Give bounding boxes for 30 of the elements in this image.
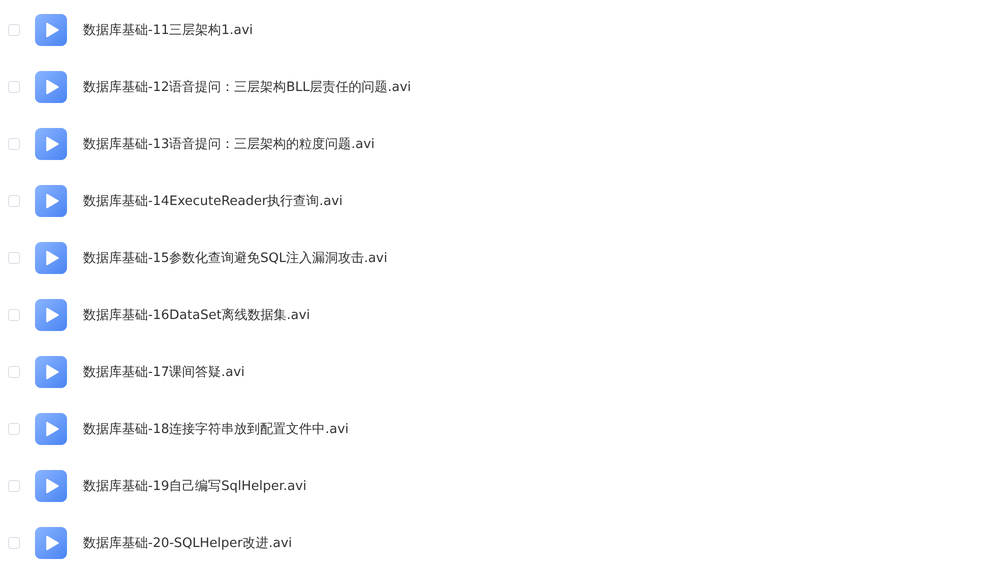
checkbox[interactable] xyxy=(8,536,20,548)
file-name[interactable]: 数据库基础-17课间答疑.avi xyxy=(83,362,245,380)
file-name[interactable]: 数据库基础-11三层架构1.avi xyxy=(83,20,253,38)
video-file-icon xyxy=(35,14,67,46)
file-name[interactable]: 数据库基础-16DataSet离线数据集.avi xyxy=(83,306,310,324)
file-name[interactable]: 数据库基础-20-SQLHelper改进.avi xyxy=(83,534,292,552)
video-file-icon xyxy=(35,356,67,388)
file-name[interactable]: 数据库基础-19自己编写SqlHelper.avi xyxy=(83,476,307,494)
video-file-icon xyxy=(35,184,67,216)
checkbox[interactable] xyxy=(8,480,20,492)
checkbox[interactable] xyxy=(8,24,20,36)
checkbox[interactable] xyxy=(8,194,20,206)
checkbox[interactable] xyxy=(8,138,20,150)
checkbox[interactable] xyxy=(8,80,20,92)
checkbox[interactable] xyxy=(8,366,20,378)
video-file-icon xyxy=(35,470,67,502)
video-file-icon xyxy=(35,412,67,444)
video-file-icon xyxy=(35,70,67,102)
video-file-icon xyxy=(35,526,67,558)
file-name[interactable]: 数据库基础-13语音提问：三层架构的粒度问题.avi xyxy=(83,134,375,152)
file-name[interactable]: 数据库基础-12语音提问：三层架构BLL层责任的问题.avi xyxy=(83,78,412,96)
file-name[interactable]: 数据库基础-14ExecuteReader执行查询.avi xyxy=(83,192,343,210)
video-file-icon xyxy=(35,128,67,160)
checkbox[interactable] xyxy=(8,308,20,320)
checkbox[interactable] xyxy=(8,252,20,264)
file-name[interactable]: 数据库基础-15参数化查询避免SQL注入漏洞攻击.avi xyxy=(83,248,388,266)
checkbox[interactable] xyxy=(8,422,20,434)
video-file-icon xyxy=(35,242,67,274)
file-name[interactable]: 数据库基础-18连接字符串放到配置文件中.avi xyxy=(83,420,349,438)
video-file-icon xyxy=(35,298,67,330)
